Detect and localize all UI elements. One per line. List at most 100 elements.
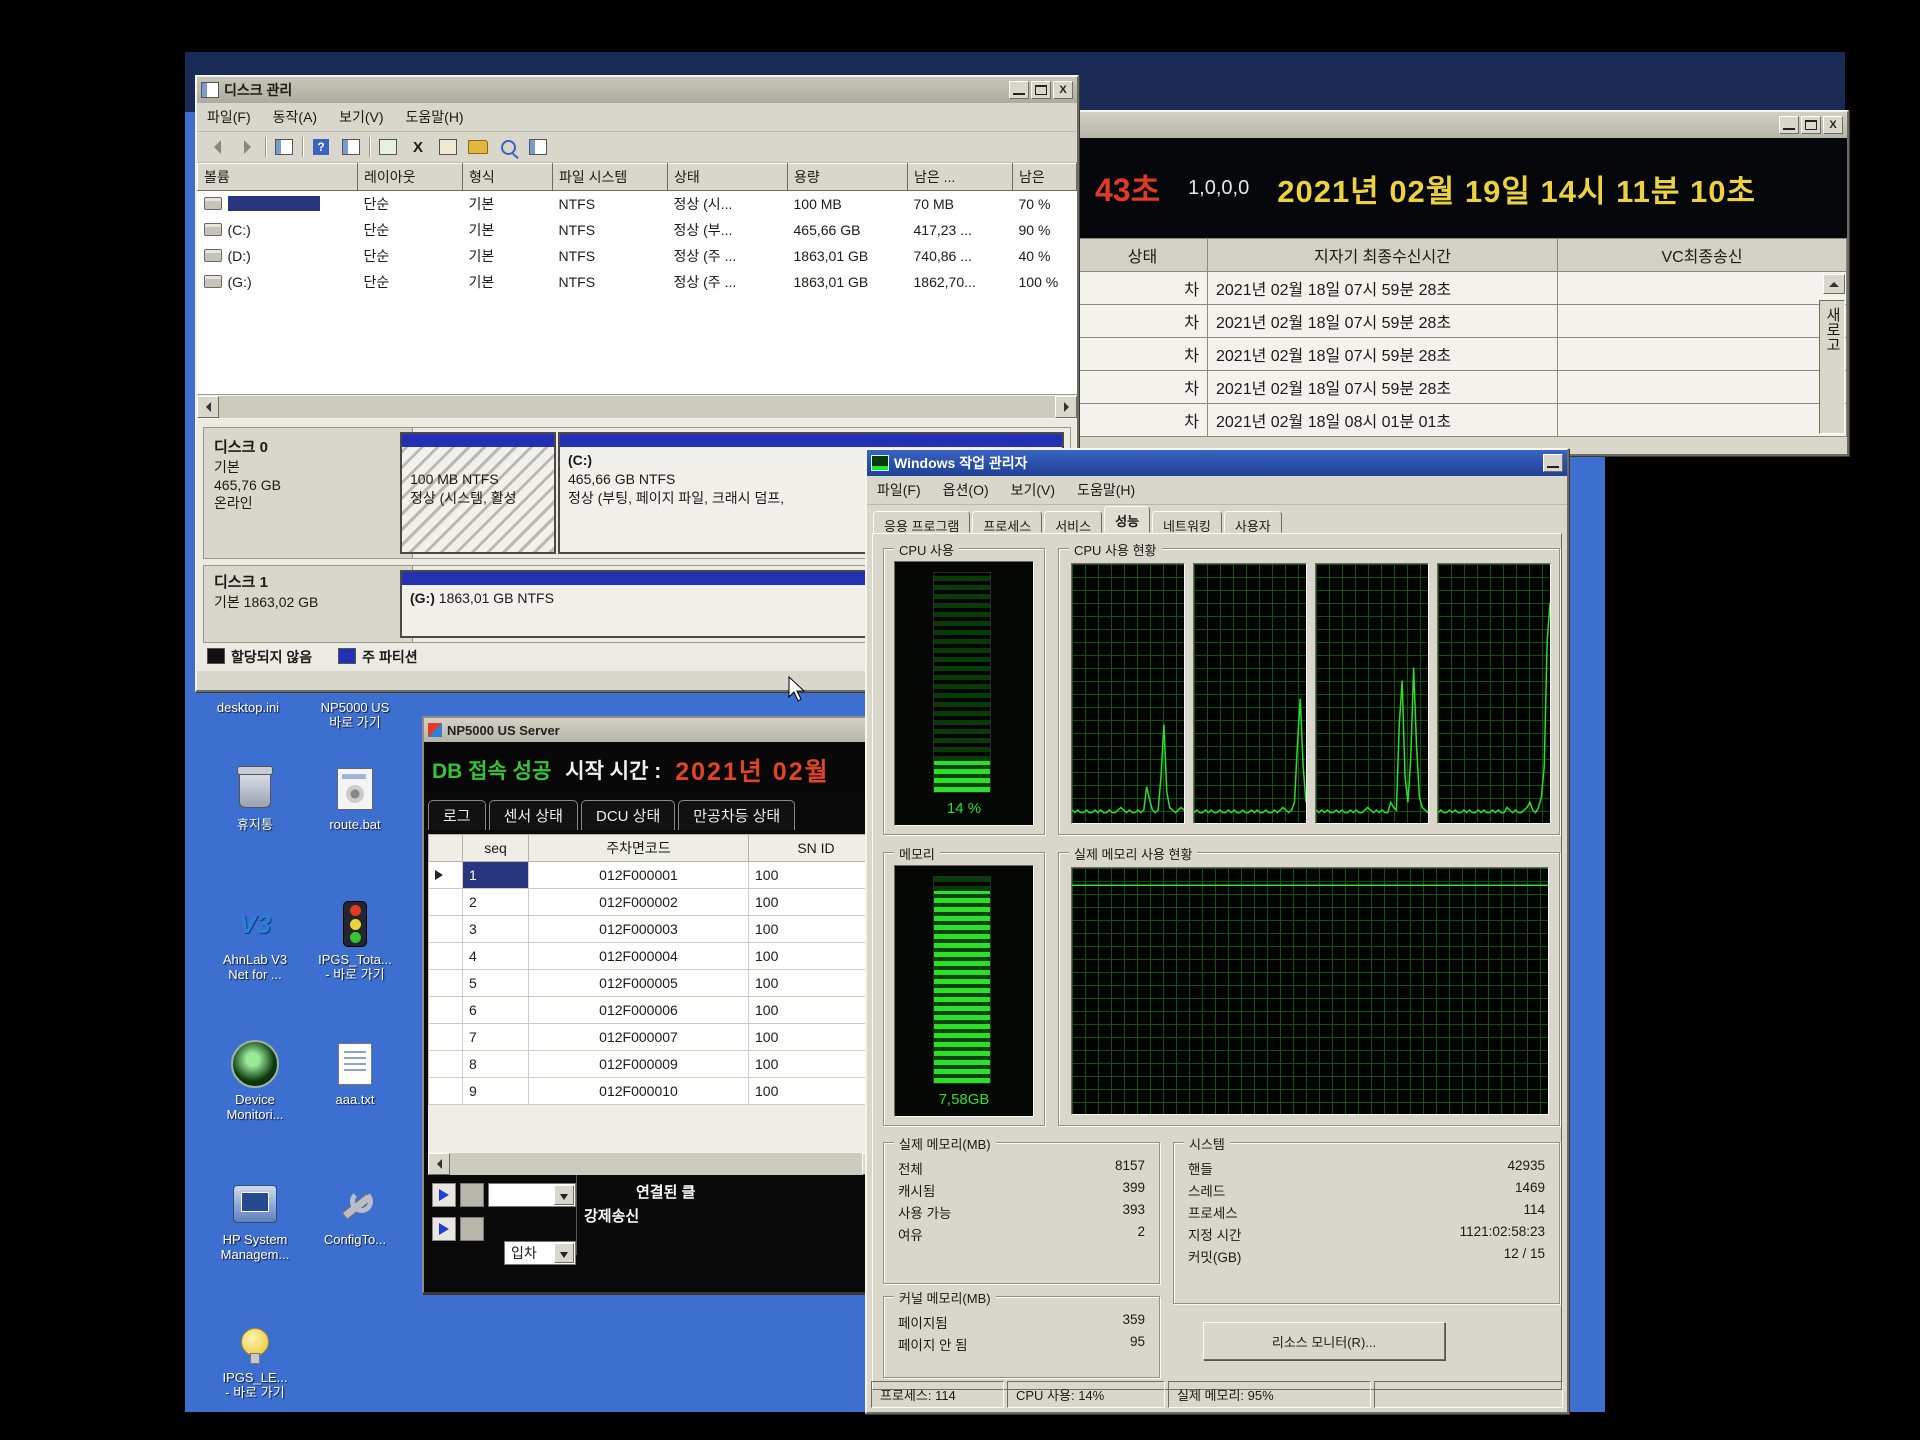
open-folder-icon[interactable]	[466, 137, 490, 157]
disk0-label[interactable]: 디스크 0 기본 465,76 GB 온라인	[204, 428, 413, 558]
desktop-icon-hp-system-management[interactable]: HP System Managem...	[200, 1180, 310, 1262]
menu-action[interactable]: 동작(A)	[273, 107, 317, 127]
forward-icon[interactable]	[235, 137, 259, 157]
tab-processes[interactable]: 프로세스	[972, 511, 1042, 533]
desktop-file-label[interactable]: desktop.ini	[198, 700, 298, 715]
properties-icon[interactable]	[436, 137, 460, 157]
table-row[interactable]: 차2021년 02월 18일 07시 59분 28초	[1078, 272, 1847, 305]
selection-dropdown[interactable]	[488, 1183, 576, 1207]
tab-applications[interactable]: 응용 프로그램	[873, 511, 970, 533]
col-free[interactable]: 남은 ...	[908, 164, 1013, 191]
table-row[interactable]: 차2021년 02월 18일 07시 59분 28초	[1078, 305, 1847, 338]
col-sn-id[interactable]: SN ID	[749, 835, 884, 862]
grid-row[interactable]: 4012F000004100	[429, 943, 884, 970]
col-free-pct[interactable]: 남은	[1013, 164, 1077, 191]
menu-view[interactable]: 보기(V)	[1011, 480, 1055, 500]
disk-management-titlebar[interactable]: 디스크 관리 X	[197, 77, 1077, 103]
grid-row[interactable]: 3012F000003100	[429, 916, 884, 943]
col-capacity[interactable]: 용량	[788, 164, 908, 191]
close-icon[interactable]: X	[1823, 116, 1843, 134]
disk1-label[interactable]: 디스크 1 기본 1863,02 GB	[204, 566, 413, 642]
menu-file[interactable]: 파일(F)	[207, 107, 251, 127]
desktop-icon-aaa-txt[interactable]: aaa.txt	[300, 1040, 410, 1107]
menu-file[interactable]: 파일(F)	[877, 480, 921, 500]
col-layout[interactable]: 레이아웃	[358, 164, 463, 191]
col-vc-last-send[interactable]: VC최종송신	[1558, 239, 1847, 272]
refresh-icon[interactable]	[376, 137, 400, 157]
grid-row[interactable]: 9012F000010100	[429, 1078, 884, 1105]
force-send-button[interactable]: 강제송신	[584, 1205, 639, 1226]
grid-horizontal-scrollbar[interactable]	[428, 1152, 884, 1175]
maximize-icon[interactable]	[1031, 81, 1051, 99]
tab-services[interactable]: 서비스	[1044, 511, 1102, 533]
maximize-icon[interactable]	[1801, 116, 1821, 134]
menu-options[interactable]: 옵션(O)	[943, 480, 989, 500]
menu-help[interactable]: 도움말(H)	[406, 107, 464, 127]
desktop-icon-route-bat[interactable]: route.bat	[300, 765, 410, 832]
vc-monitor-titlebar[interactable]: X	[1077, 112, 1847, 138]
desktop-icon-ahnlab-v3[interactable]: V3 AhnLab V3 Net for ...	[200, 900, 310, 982]
table-row[interactable]: 차2021년 02월 18일 08시 01분 01초	[1078, 404, 1847, 437]
grid-row[interactable]: 2012F000002100	[429, 889, 884, 916]
back-icon[interactable]	[205, 137, 229, 157]
stop-button[interactable]	[460, 1183, 484, 1207]
help-icon[interactable]: ?	[309, 137, 333, 157]
grid-row[interactable]: 8012F000009100	[429, 1051, 884, 1078]
grid-row[interactable]: 5012F000005100	[429, 970, 884, 997]
delete-icon[interactable]: X	[406, 137, 430, 157]
console-window-icon[interactable]	[272, 137, 296, 157]
tab-performance[interactable]: 성능	[1104, 506, 1150, 533]
tab-lights-status[interactable]: 만공차등 상태	[678, 800, 795, 830]
col-last-recv[interactable]: 지자기 최종수신시간	[1208, 239, 1558, 272]
table-row[interactable]: 차2021년 02월 18일 07시 59분 28초	[1078, 338, 1847, 371]
col-status[interactable]: 상태	[1078, 239, 1208, 272]
scroll-left-icon[interactable]	[428, 1153, 450, 1175]
scroll-right-icon[interactable]	[1055, 396, 1077, 418]
volume-row[interactable]: (G:) 단순기본 NTFS정상 (주 ... 1863,01 GB1862,7…	[198, 269, 1077, 295]
stop-button[interactable]	[460, 1217, 484, 1241]
scroll-left-icon[interactable]	[197, 396, 219, 418]
play-icon[interactable]	[432, 1217, 456, 1241]
col-type[interactable]: 형식	[463, 164, 553, 191]
desktop-shortcut-label[interactable]: NP5000 US 바로 가기	[300, 700, 410, 730]
horizontal-scrollbar[interactable]	[197, 395, 1077, 418]
minimize-icon[interactable]	[1779, 116, 1799, 134]
volume-row[interactable]: (C:) 단순기본 NTFS정상 (부... 465,66 GB417,23 .…	[198, 217, 1077, 243]
col-status[interactable]: 상태	[668, 164, 788, 191]
close-icon[interactable]: X	[1053, 81, 1073, 99]
refresh-side-button[interactable]: 새로고	[1819, 300, 1845, 434]
np5000-titlebar[interactable]: NP5000 US Server	[424, 718, 884, 742]
list-window-icon[interactable]	[339, 137, 363, 157]
minimize-icon[interactable]	[1009, 81, 1029, 99]
menu-help[interactable]: 도움말(H)	[1077, 480, 1135, 500]
settings-window-icon[interactable]	[526, 137, 550, 157]
resource-monitor-button[interactable]: 리소스 모니터(R)...	[1203, 1322, 1445, 1360]
disk0-partition-system[interactable]: 100 MB NTFS정상 (시스템, 활성	[400, 432, 556, 554]
minimize-icon[interactable]	[1543, 454, 1563, 472]
grid-row[interactable]: 6012F000006100	[429, 997, 884, 1024]
search-icon[interactable]	[496, 137, 520, 157]
table-row[interactable]: 차2021년 02월 18일 07시 59분 28초	[1078, 371, 1847, 404]
desktop-icon-ipgs-total[interactable]: IPGS_Tota... - 바로 가기	[300, 900, 410, 982]
desktop-icon-config-tool[interactable]: ConfigTo...	[300, 1180, 410, 1247]
scroll-up-icon[interactable]	[1823, 274, 1845, 294]
play-icon[interactable]	[432, 1183, 456, 1207]
desktop-icon-device-monitoring[interactable]: Device Monitori...	[200, 1040, 310, 1122]
col-volume[interactable]: 볼륨	[198, 164, 358, 191]
volume-row[interactable]: (D:) 단순기본 NTFS정상 (주 ... 1863,01 GB740,86…	[198, 243, 1077, 269]
col-filesystem[interactable]: 파일 시스템	[553, 164, 668, 191]
menu-view[interactable]: 보기(V)	[339, 107, 383, 127]
tab-users[interactable]: 사용자	[1224, 511, 1282, 533]
col-seq[interactable]: seq	[463, 835, 529, 862]
volume-row-selected[interactable]: 단순기본 NTFS정상 (시... 100 MB70 MB 70 %	[198, 191, 1077, 218]
tab-log[interactable]: 로그	[428, 800, 486, 830]
col-parking-code[interactable]: 주차면코드	[529, 835, 749, 862]
desktop-icon-ipgs-le[interactable]: IPGS_LE... - 바로 가기	[200, 1318, 310, 1400]
grid-row-selected[interactable]: 1 012F000001 100	[429, 862, 884, 889]
task-manager-titlebar[interactable]: Windows 작업 관리자	[867, 450, 1567, 476]
desktop-icon-recycle-bin[interactable]: 휴지통	[200, 765, 310, 832]
tab-dcu-status[interactable]: DCU 상태	[581, 800, 675, 830]
entry-dropdown[interactable]: 입차	[504, 1241, 576, 1265]
tab-sensor-status[interactable]: 센서 상태	[489, 800, 578, 830]
grid-row[interactable]: 7012F000007100	[429, 1024, 884, 1051]
